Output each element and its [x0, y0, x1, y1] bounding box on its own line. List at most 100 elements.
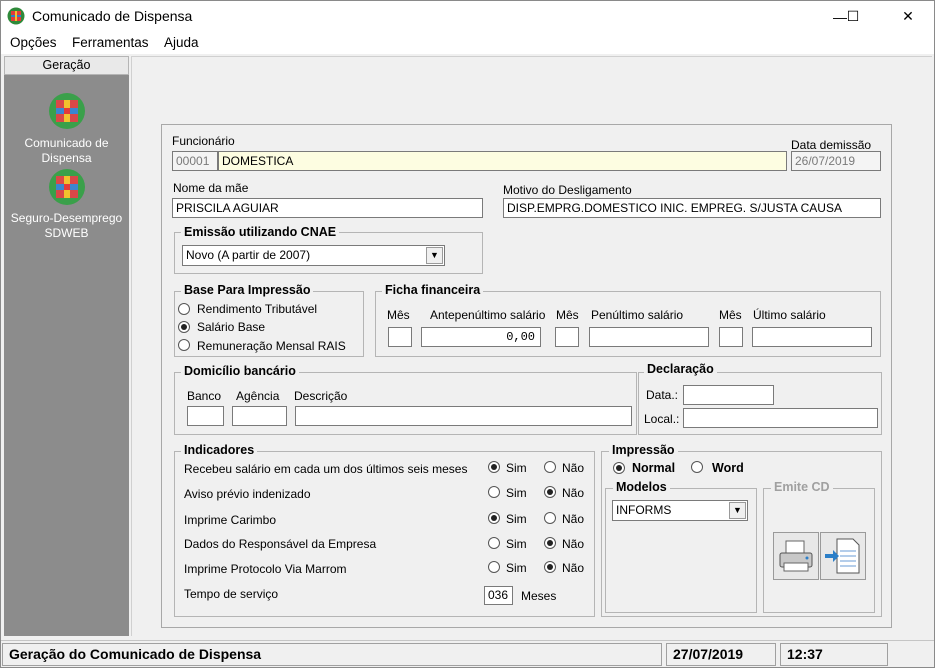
sidebar-item-comunicado[interactable]: Comunicado de Dispensa: [4, 136, 129, 166]
sim-label: Sim: [506, 561, 527, 575]
agencia-field[interactable]: [232, 406, 287, 426]
banco-field[interactable]: [187, 406, 224, 426]
radio-remuneracao-rais[interactable]: [178, 339, 190, 351]
antepenultimo-label: Antepenúltimo salário: [430, 308, 546, 322]
sim-label: Sim: [506, 537, 527, 551]
funcionario-label: Funcionário: [172, 134, 235, 148]
normal-label: Normal: [632, 461, 676, 475]
radio-nao[interactable]: [544, 461, 556, 473]
mes1-field[interactable]: [388, 327, 412, 347]
data-demissao-field[interactable]: 26/07/2019: [791, 151, 881, 171]
emite-cd-legend: Emite CD: [771, 480, 833, 494]
nao-label: Não: [562, 486, 585, 500]
sidebar-item-label: Dispensa: [41, 151, 92, 165]
ficha-financeira-group: [375, 291, 881, 357]
motivo-label: Motivo do Desligamento: [503, 183, 632, 197]
radio-label: Remuneração Mensal RAIS: [197, 339, 346, 353]
sidebar-item-seguro[interactable]: Seguro-Desemprego SDWEB: [4, 211, 129, 241]
chevron-down-icon: ▼: [426, 247, 443, 264]
sidebar: Geração Comunicado de Dispensa Seguro-De…: [4, 56, 129, 636]
penultimo-field[interactable]: [589, 327, 709, 347]
nao-label: Não: [562, 461, 585, 475]
radio-word[interactable]: [691, 461, 703, 473]
close-button[interactable]: ✕: [885, 1, 931, 32]
penultimo-label: Penúltimo salário: [591, 308, 684, 322]
indicador-label: Dados do Responsável da Empresa: [184, 537, 377, 551]
cnae-legend: Emissão utilizando CNAE: [181, 225, 340, 239]
radio-nao[interactable]: [544, 537, 556, 549]
domicilio-legend: Domicílio bancário: [181, 364, 299, 378]
modelos-select[interactable]: INFORMS ▼: [612, 500, 748, 521]
maximize-button[interactable]: ☐: [830, 1, 876, 32]
nome-mae-field[interactable]: PRISCILA AGUIAR: [172, 198, 483, 218]
mes2-label: Mês: [556, 308, 579, 322]
meses-label: Meses: [521, 589, 557, 603]
menu-bar: Opções Ferramentas Ajuda: [1, 32, 934, 54]
data-demissao-label: Data demissão: [791, 138, 872, 152]
app-icon: [7, 7, 25, 25]
radio-sim[interactable]: [488, 512, 500, 524]
ultimo-field[interactable]: [752, 327, 872, 347]
nao-label: Não: [562, 537, 585, 551]
mes1-label: Mês: [387, 308, 410, 322]
cnae-select-value: Novo (A partir de 2007): [186, 248, 311, 262]
radio-sim[interactable]: [488, 486, 500, 498]
modelos-select-value: INFORMS: [616, 503, 672, 517]
local-field[interactable]: [683, 408, 878, 428]
motivo-field[interactable]: DISP.EMPRG.DOMESTICO INIC. EMPREG. S/JUS…: [503, 198, 881, 218]
sim-label: Sim: [506, 461, 527, 475]
descricao-field[interactable]: [295, 406, 632, 426]
cnae-select[interactable]: Novo (A partir de 2007) ▼: [182, 245, 445, 266]
nome-mae-label: Nome da mãe: [173, 181, 249, 195]
impressao-legend: Impressão: [609, 443, 678, 457]
status-bar: Geração do Comunicado de Dispensa 27/07/…: [1, 640, 934, 667]
radio-sim[interactable]: [488, 461, 500, 473]
sidebar-item-label: SDWEB: [44, 226, 89, 240]
status-time: 12:37: [780, 643, 888, 666]
menu-opcoes[interactable]: Opções: [10, 35, 57, 50]
radio-sim[interactable]: [488, 537, 500, 549]
comunicado-dispensa-icon[interactable]: [48, 92, 86, 130]
modelos-legend: Modelos: [613, 480, 670, 494]
menu-ferramentas[interactable]: Ferramentas: [72, 35, 149, 50]
mes3-field[interactable]: [719, 327, 743, 347]
document-arrow-icon: [825, 538, 860, 574]
radio-label: Salário Base: [197, 320, 266, 334]
seguro-desemprego-icon[interactable]: [48, 168, 86, 206]
funcionario-code-field[interactable]: 00001: [172, 151, 218, 171]
radio-nao[interactable]: [544, 486, 556, 498]
antepenultimo-field[interactable]: 0,00: [421, 327, 541, 347]
declaracao-legend: Declaração: [644, 362, 717, 376]
sidebar-header: Geração: [4, 56, 129, 75]
radio-nao[interactable]: [544, 561, 556, 573]
indicador-label: Aviso prévio indenizado: [184, 487, 311, 501]
status-message: Geração do Comunicado de Dispensa: [2, 643, 662, 666]
mes3-label: Mês: [719, 308, 742, 322]
radio-nao[interactable]: [544, 512, 556, 524]
sim-label: Sim: [506, 512, 527, 526]
radio-normal[interactable]: [613, 462, 625, 474]
indicador-label: Imprime Protocolo Via Marrom: [184, 562, 347, 576]
banco-label: Banco: [187, 389, 222, 403]
ultimo-label: Último salário: [753, 308, 826, 322]
menu-ajuda[interactable]: Ajuda: [164, 35, 199, 50]
ficha-financeira-legend: Ficha financeira: [382, 283, 484, 297]
export-document-button[interactable]: [820, 532, 866, 580]
indicador-label: Recebeu salário em cada um dos últimos s…: [184, 462, 468, 476]
agencia-label: Agência: [236, 389, 280, 403]
title-bar: Comunicado de Dispensa — ☐ ✕: [1, 1, 934, 32]
funcionario-name-field[interactable]: DOMESTICA: [218, 151, 787, 171]
radio-rendimento-tributavel[interactable]: [178, 303, 190, 315]
descricao-label: Descrição: [294, 389, 348, 403]
print-button[interactable]: [773, 532, 819, 580]
tempo-servico-field[interactable]: 036: [484, 586, 513, 605]
status-date: 27/07/2019: [666, 643, 776, 666]
radio-sim[interactable]: [488, 561, 500, 573]
word-label: Word: [712, 461, 744, 475]
mes2-field[interactable]: [555, 327, 579, 347]
data-field[interactable]: [683, 385, 774, 405]
radio-label: Rendimento Tributável: [197, 302, 318, 316]
radio-salario-base[interactable]: [178, 321, 190, 333]
sidebar-item-label: Seguro-Desemprego: [10, 211, 123, 225]
printer-icon: [779, 540, 813, 572]
